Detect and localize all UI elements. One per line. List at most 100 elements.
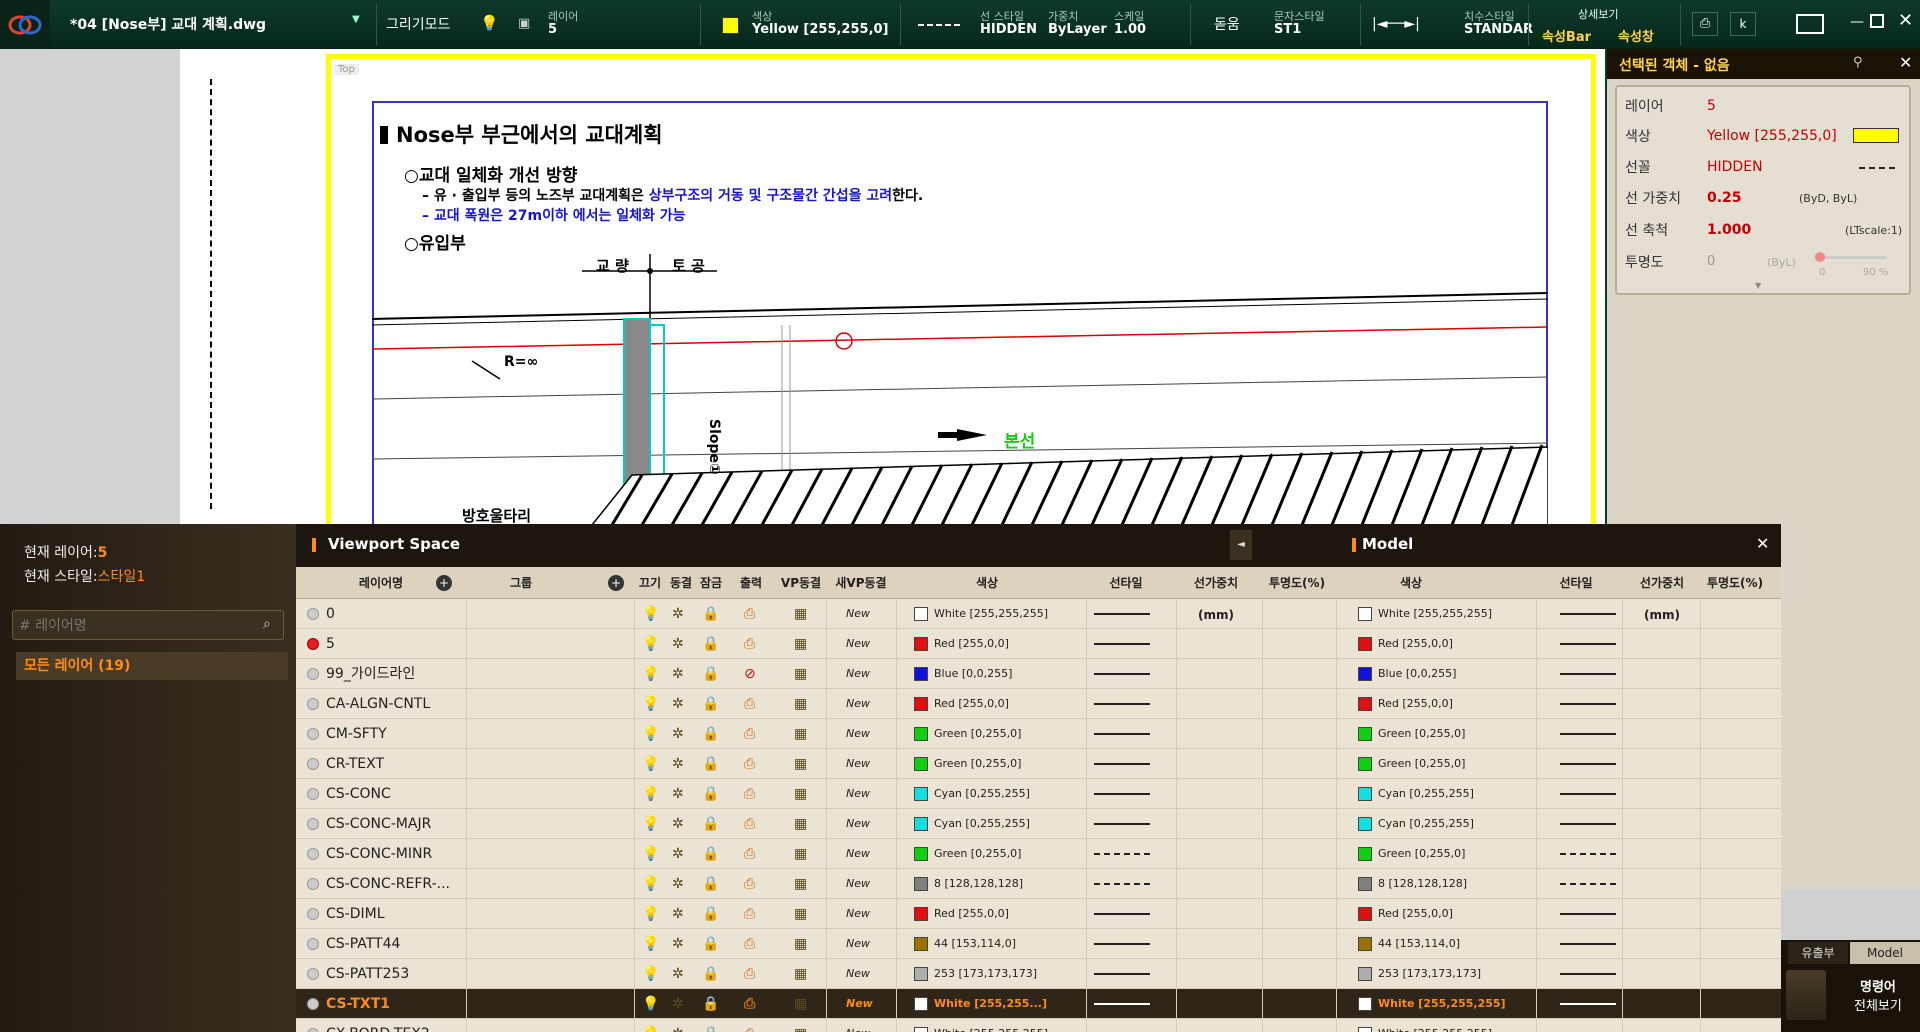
current-indicator[interactable] (307, 668, 319, 680)
color-value[interactable]: 8 [128,128,128] (934, 869, 1074, 899)
bulb-icon[interactable]: 💡 (642, 696, 659, 712)
color-value[interactable]: White [255,255...] (934, 989, 1074, 1019)
new-vp-freeze-icon[interactable]: New (846, 659, 896, 689)
print-icon[interactable]: ⎙ (744, 636, 755, 652)
color-swatch[interactable] (914, 1027, 928, 1032)
freeze-icon[interactable]: ✲ (672, 816, 684, 832)
chevron-down-icon[interactable]: ▼ (352, 14, 360, 25)
color-value[interactable]: 253 [173,173,173] (934, 959, 1074, 989)
linetype-preview[interactable] (1094, 853, 1150, 855)
new-vp-freeze-icon[interactable]: New (846, 809, 896, 839)
lock-icon[interactable]: 🔒 (702, 816, 719, 832)
add-layer-icon[interactable]: + (436, 575, 452, 591)
print-icon[interactable]: ⎙ (744, 756, 755, 772)
layer-row[interactable]: CM-SFTY 💡 ✲ 🔒 ⎙ ▦ New Green [0,255,0] Green [0,2… (296, 719, 1781, 749)
textstyle-value[interactable]: ST1 (1274, 22, 1301, 37)
color-swatch[interactable] (914, 697, 928, 711)
lock-icon[interactable]: 🔒 (702, 636, 719, 652)
freeze-icon[interactable]: ✲ (672, 726, 684, 742)
color-swatch[interactable] (914, 787, 928, 801)
vp-freeze-icon[interactable]: ▦ (794, 606, 807, 622)
print-icon[interactable]: ⎙ (1692, 12, 1718, 36)
new-vp-freeze-icon[interactable]: New (846, 869, 896, 899)
vp-freeze-icon[interactable]: ▦ (794, 906, 807, 922)
color-value[interactable]: Red [255,0,0] (934, 899, 1074, 929)
color-value[interactable]: Green [0,255,0] (934, 749, 1074, 779)
col-lw-model[interactable]: 선가중치(mm) (1622, 567, 1702, 622)
scale-value[interactable]: 1.00 (1114, 22, 1146, 37)
search-icon[interactable]: ⌕ (263, 616, 271, 632)
bulb-icon[interactable]: 💡 (642, 1026, 659, 1032)
freeze-icon[interactable]: ✲ (672, 906, 684, 922)
new-vp-freeze-icon[interactable]: New (846, 989, 896, 1019)
layer-name[interactable]: CS-CONC-MINR (326, 839, 486, 869)
model-color-value[interactable]: 253 [173,173,173] (1378, 959, 1518, 989)
freeze-icon[interactable]: ✲ (672, 636, 684, 652)
vp-freeze-icon[interactable]: ▦ (794, 846, 807, 862)
current-indicator[interactable] (307, 968, 319, 980)
freeze-icon[interactable]: ✲ (672, 876, 684, 892)
all-layers-item[interactable]: 모든 레이어 (19) (16, 652, 288, 680)
vp-freeze-icon[interactable]: ▦ (794, 756, 807, 772)
model-color-swatch[interactable] (1358, 607, 1372, 621)
model-linetype-preview[interactable] (1560, 763, 1616, 765)
new-vp-freeze-icon[interactable]: New (846, 599, 896, 629)
layer-row[interactable]: CS-CONC-MINR 💡 ✲ 🔒 ⎙ ▦ New Green [0,255,0] Green… (296, 839, 1781, 869)
new-vp-freeze-icon[interactable]: New (846, 689, 896, 719)
model-color-swatch[interactable] (1358, 997, 1372, 1011)
model-color-swatch[interactable] (1358, 667, 1372, 681)
current-indicator[interactable] (307, 878, 319, 890)
vp-freeze-icon[interactable]: ▦ (794, 786, 807, 802)
print-icon[interactable]: ⎙ (744, 996, 755, 1012)
new-vp-freeze-icon[interactable]: New (846, 629, 896, 659)
layer-name[interactable]: CS-TXT1 (326, 989, 486, 1019)
vp-freeze-icon[interactable]: ▦ (794, 936, 807, 952)
model-color-swatch[interactable] (1358, 727, 1372, 741)
layer-row[interactable]: CS-DIML 💡 ✲ 🔒 ⎙ ▦ New Red [255,0,0] Red [255,0,0… (296, 899, 1781, 929)
linetype-preview[interactable] (1094, 943, 1150, 945)
bulb-icon[interactable]: 💡 (642, 606, 659, 622)
vp-freeze-icon[interactable]: ▦ (794, 666, 807, 682)
col-newvp[interactable]: 새VP동결 (826, 567, 896, 599)
props-close-icon[interactable]: ✕ (1899, 53, 1912, 72)
layer-name[interactable]: CS-CONC-MAJR (326, 809, 486, 839)
layer-name[interactable]: CS-DIML (326, 899, 486, 929)
linetype-preview[interactable] (1094, 613, 1150, 615)
minimize-icon[interactable]: — (1850, 14, 1864, 30)
col-ltype-model[interactable]: 선타일 (1536, 567, 1616, 599)
model-linetype-preview[interactable] (1560, 673, 1616, 675)
print-icon[interactable]: ⎙ (744, 936, 755, 952)
layer-name[interactable]: CS-CONC (326, 779, 486, 809)
search-input[interactable] (19, 615, 249, 637)
col-print[interactable]: 출력 (726, 567, 776, 599)
model-color-value[interactable]: Red [255,0,0] (1378, 689, 1518, 719)
screen-icon[interactable] (1796, 14, 1824, 34)
chevron-down-icon[interactable]: ▼ (1755, 281, 1761, 290)
lock-icon[interactable]: 🔒 (702, 606, 719, 622)
freeze-icon[interactable]: ✲ (672, 756, 684, 772)
print-icon[interactable]: ⎙ (744, 846, 755, 862)
cmd-label-1[interactable]: 명령어 (1860, 976, 1896, 995)
model-linetype-preview[interactable] (1560, 913, 1616, 915)
color-value[interactable]: Green [0,255,0] (934, 839, 1074, 869)
linetype-preview[interactable] (1094, 973, 1150, 975)
color-swatch[interactable] (722, 17, 739, 34)
freeze-icon[interactable]: ✲ (672, 966, 684, 982)
lock-icon[interactable]: 🔒 (702, 666, 719, 682)
layer-name[interactable]: CS-PATT44 (326, 929, 486, 959)
color-value[interactable]: Red [255,0,0] (934, 629, 1074, 659)
model-color-swatch[interactable] (1358, 967, 1372, 981)
lock-icon[interactable]: 🔒 (702, 966, 719, 982)
bulb-icon[interactable]: 💡 (642, 876, 659, 892)
current-indicator[interactable] (307, 728, 319, 740)
linetype-preview[interactable] (1094, 763, 1150, 765)
print-icon[interactable]: ⎙ (744, 816, 755, 832)
lock-icon[interactable]: 🔒 (702, 906, 719, 922)
color-value[interactable]: Yellow [255,255,0] (752, 22, 889, 37)
layer-row[interactable]: 99_가이드라인 💡 ✲ 🔒 ⊘ ▦ New Blue [0,0,255] Blue [0,0,… (296, 659, 1781, 689)
model-linetype-preview[interactable] (1560, 733, 1616, 735)
color-swatch[interactable] (914, 607, 928, 621)
model-color-swatch[interactable] (1358, 937, 1372, 951)
color-swatch[interactable] (914, 967, 928, 981)
propbar-button[interactable]: 속성Bar (1542, 26, 1591, 45)
